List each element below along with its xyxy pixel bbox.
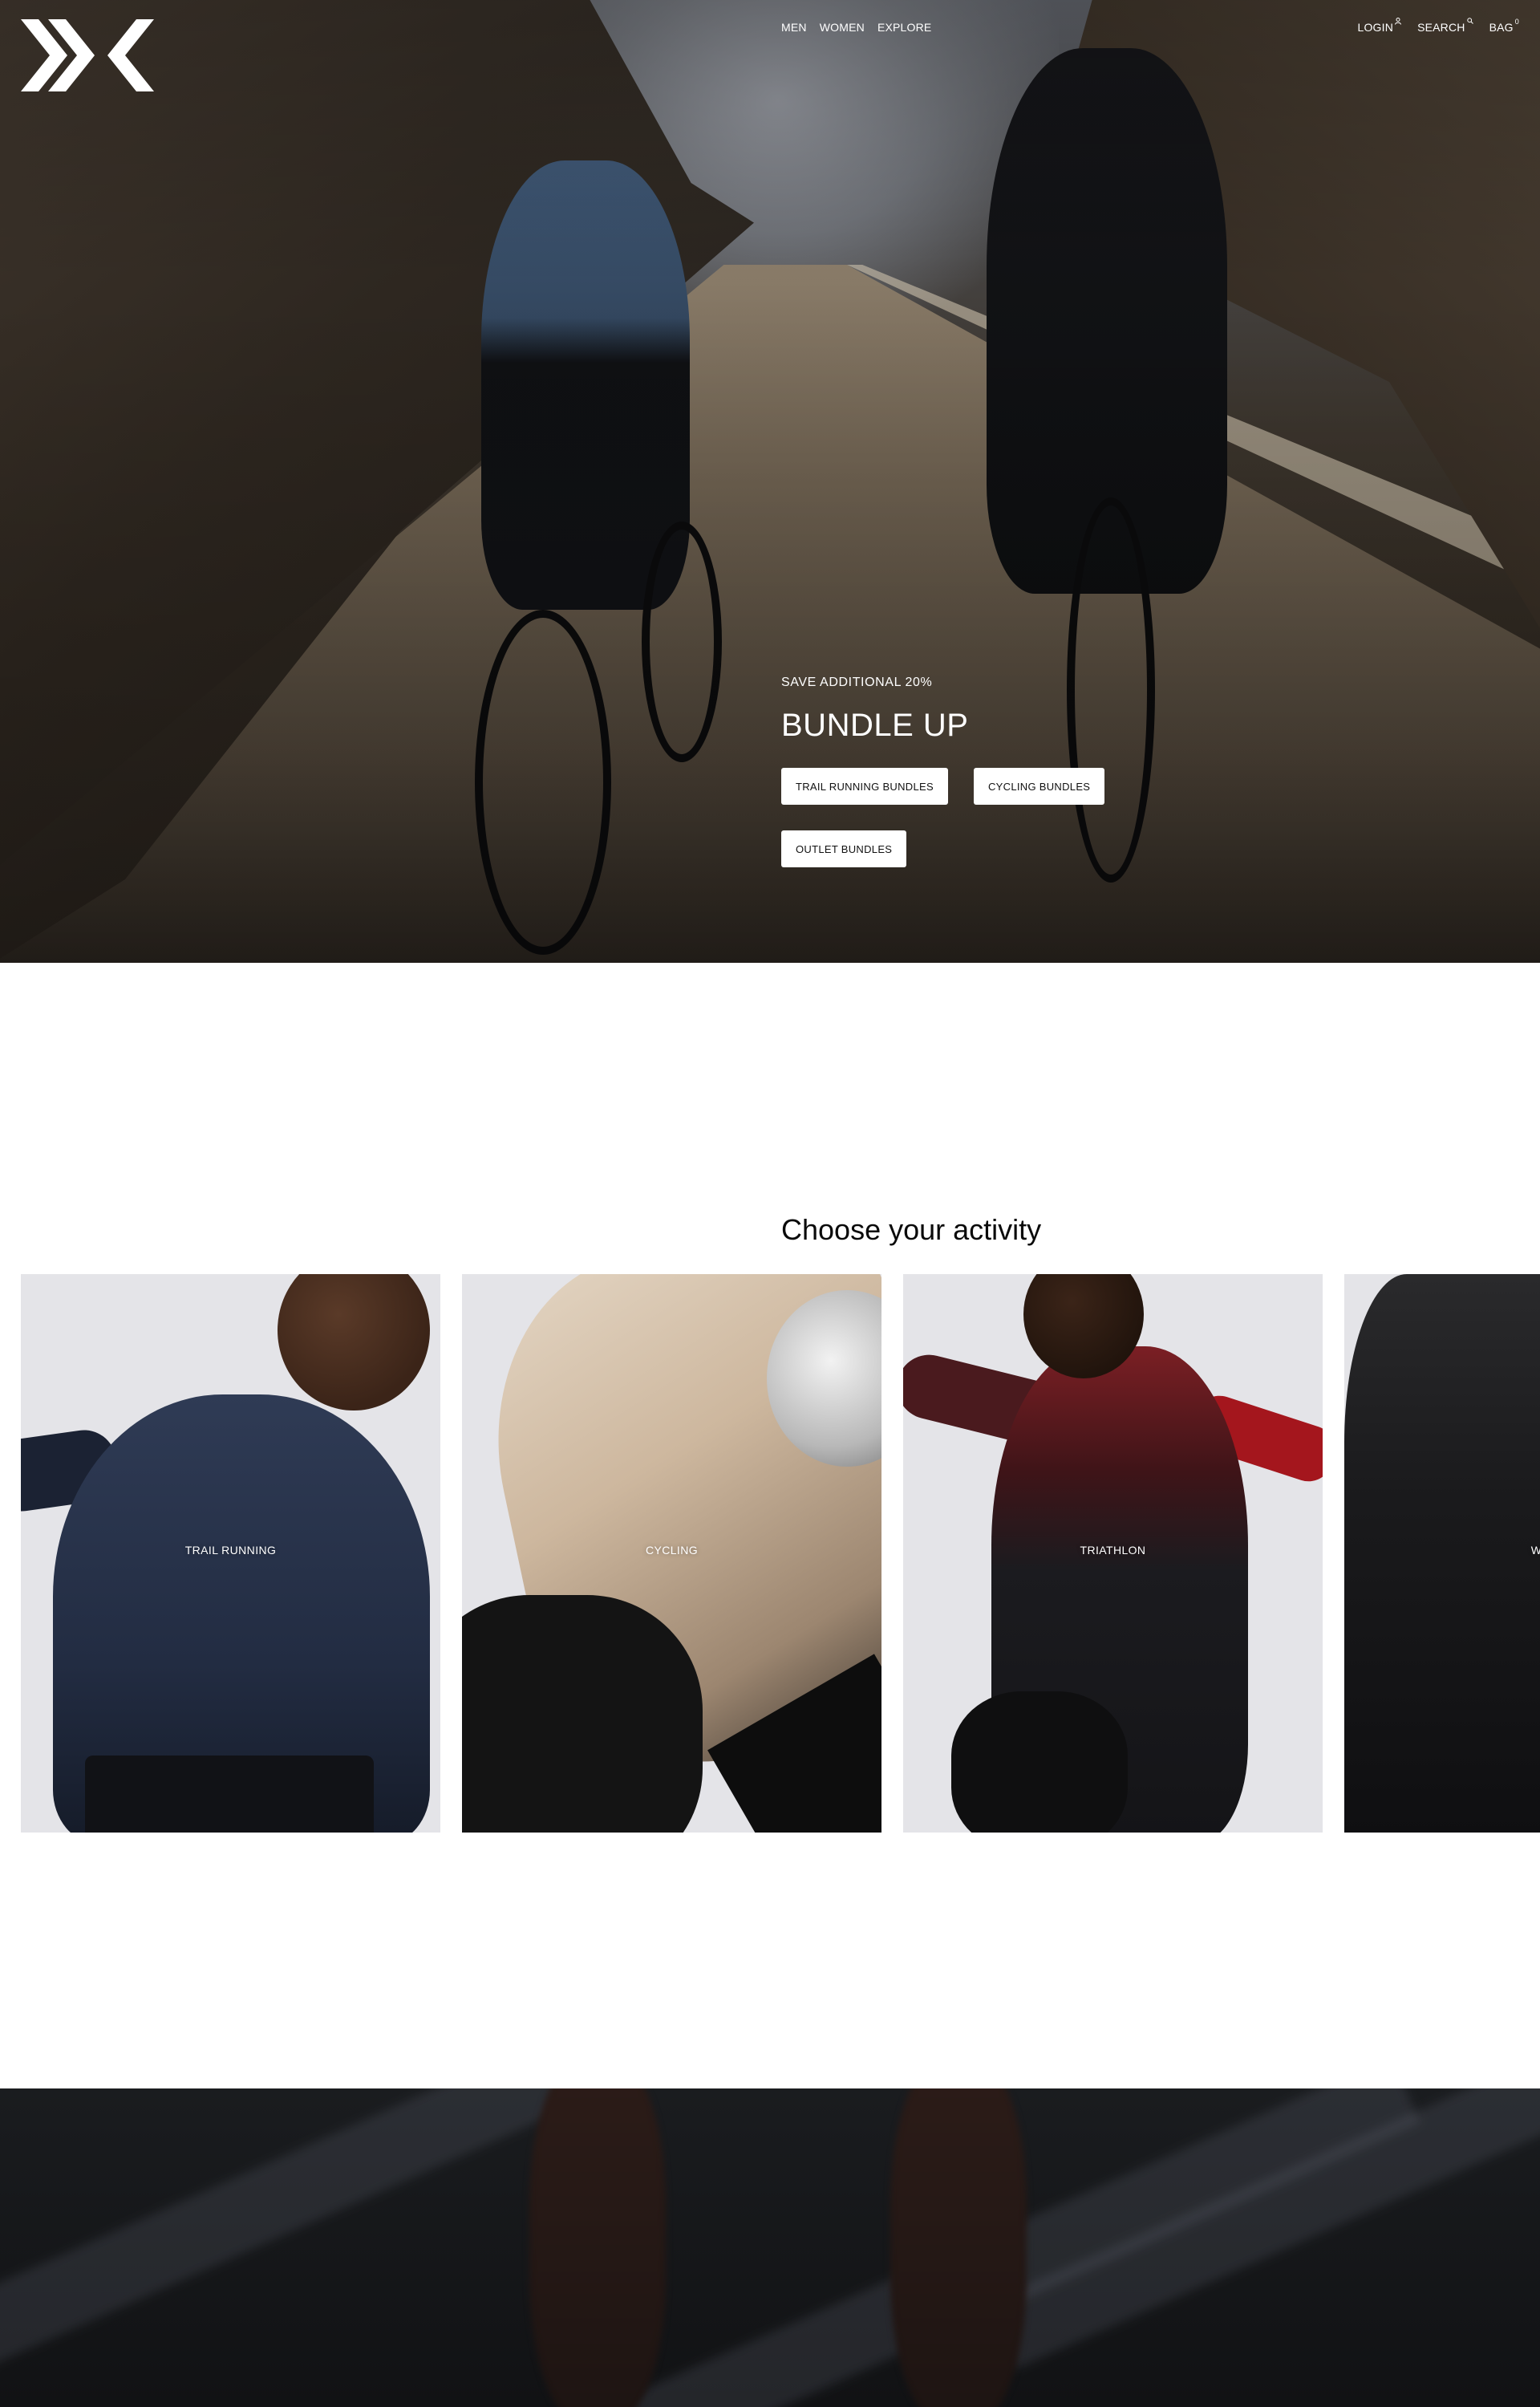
activity-carousel[interactable]: TRAIL RUNNING CYCLING TRIATHLON WINTER [21,1274,1540,1833]
card-image-shorts [85,1756,374,1833]
nav-item-women[interactable]: WOMEN [820,21,865,34]
banner-runner-leg [890,2088,1027,2407]
user-icon [1395,18,1402,26]
activity-card-cycling[interactable]: CYCLING [462,1274,881,1833]
activity-card-triathlon[interactable]: TRIATHLON [903,1274,1323,1833]
hero-eyebrow: SAVE ADDITIONAL 20% [781,676,933,689]
hero-title: BUNDLE UP [781,708,969,743]
search-label: SEARCH [1417,21,1465,34]
card-image-head [278,1274,430,1411]
hero-button-group: TRAIL RUNNING BUNDLES CYCLING BUNDLES OU… [781,768,1134,867]
utility-nav: LOGIN SEARCH BAG 0 [1357,18,1519,34]
activity-card-trail-running[interactable]: TRAIL RUNNING [21,1274,440,1833]
login-link[interactable]: LOGIN [1357,18,1402,34]
hero-overlay [0,0,1540,963]
login-label: LOGIN [1357,21,1394,34]
bottom-banner [0,2088,1540,2407]
bag-link[interactable]: BAG 0 [1489,18,1519,34]
main-nav: MEN WOMEN EXPLORE [781,21,931,34]
card-image-leg [462,1595,703,1833]
banner-runner-leg [529,2088,666,2407]
bag-count-badge: 0 [1514,18,1519,26]
search-icon [1466,18,1473,26]
brand-logo[interactable] [21,19,154,91]
activity-card-label: TRAIL RUNNING [184,1544,277,1557]
trail-running-bundles-button[interactable]: TRAIL RUNNING BUNDLES [781,768,948,805]
nav-item-men[interactable]: MEN [781,21,807,34]
activity-card-label: CYCLING [645,1544,699,1557]
x-logo-icon [21,19,154,91]
activity-section-title: Choose your activity [781,1213,1042,1246]
search-link[interactable]: SEARCH [1417,18,1473,34]
site-header: MEN WOMEN EXPLORE LOGIN SEARCH BAG 0 [0,0,1540,96]
nav-item-explore[interactable]: EXPLORE [877,21,932,34]
activity-card-label: WINTER [1530,1544,1540,1557]
outlet-bundles-button[interactable]: OUTLET BUNDLES [781,830,907,867]
cycling-bundles-button[interactable]: CYCLING BUNDLES [973,768,1105,805]
hero-banner: SAVE ADDITIONAL 20% BUNDLE UP TRAIL RUNN… [0,0,1540,963]
bag-label: BAG [1489,21,1514,34]
hero-copy: SAVE ADDITIONAL 20% BUNDLE UP TRAIL RUNN… [781,676,1134,867]
activity-card-winter[interactable]: WINTER [1344,1274,1540,1833]
activity-card-label: TRIATHLON [1080,1544,1146,1557]
card-image-leg [951,1691,1128,1833]
